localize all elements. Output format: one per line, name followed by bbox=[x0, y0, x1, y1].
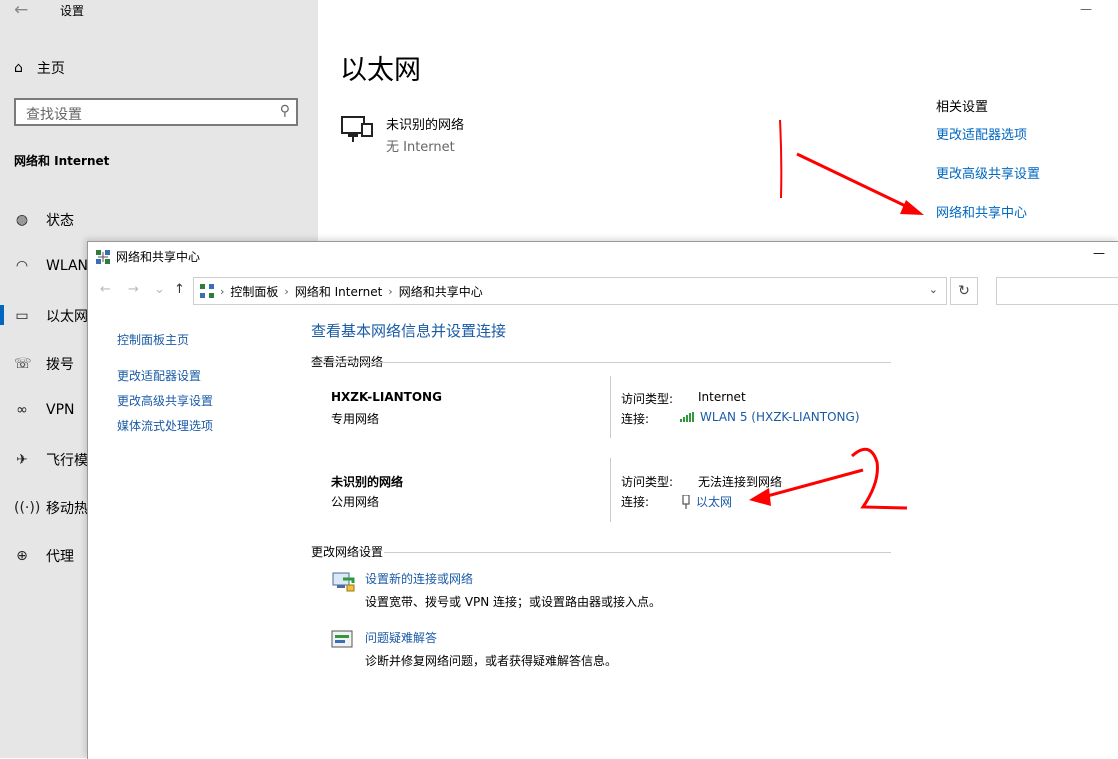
cp-heading: 查看基本网络信息并设置连接 bbox=[311, 322, 507, 340]
network-2-conn-label: 连接: bbox=[621, 495, 650, 509]
network-1-name: HXZK-LIANTONG bbox=[331, 390, 442, 404]
settings-search-input[interactable]: 查找设置 ⚲ bbox=[14, 98, 298, 126]
page-title: 以太网 bbox=[340, 55, 421, 86]
airplane-icon: ✈ bbox=[16, 452, 28, 468]
home-link[interactable]: ⌂ 主页 bbox=[14, 58, 65, 78]
breadcrumb-control-panel[interactable]: 控制面板 bbox=[230, 283, 278, 300]
link-media-streaming[interactable]: 媒体流式处理选项 bbox=[117, 417, 213, 434]
link-setup-new-connection[interactable]: 设置新的连接或网络 bbox=[365, 570, 473, 587]
network-1-type[interactable]: 专用网络 bbox=[331, 410, 379, 427]
nav-item-vpn[interactable]: ∞ VPN bbox=[14, 402, 74, 418]
chevron-right-icon: › bbox=[220, 284, 225, 298]
link-network-sharing-center[interactable]: 网络和共享中心 bbox=[936, 202, 1027, 221]
breadcrumb-sharing-center[interactable]: 网络和共享中心 bbox=[399, 283, 483, 300]
chevron-down-icon[interactable]: ⌄ bbox=[929, 283, 938, 296]
settings-minimize-button[interactable]: — bbox=[1080, 2, 1092, 16]
search-icon[interactable]: ⚲ bbox=[280, 103, 290, 119]
network-name: 未识别的网络 bbox=[386, 118, 465, 133]
link-advanced-sharing[interactable]: 更改高级共享设置 bbox=[936, 163, 1040, 182]
network-center-icon bbox=[200, 284, 214, 298]
new-connection-icon bbox=[332, 572, 355, 592]
nav-item-ethernet[interactable]: ▭ 以太网 bbox=[14, 306, 88, 326]
network-2-conn-link[interactable]: 以太网 bbox=[682, 493, 732, 510]
refresh-button[interactable]: ↻ bbox=[950, 277, 978, 305]
divider bbox=[610, 458, 611, 522]
hotspot-icon: ((·)) bbox=[14, 500, 41, 516]
monitor-network-icon bbox=[341, 116, 373, 142]
network-1-conn-label: 连接: bbox=[621, 412, 650, 426]
link-change-adapter-settings[interactable]: 更改适配器设置 bbox=[117, 367, 201, 384]
link-advanced-sharing-settings[interactable]: 更改高级共享设置 bbox=[117, 392, 213, 409]
network-sharing-center-window: 网络和共享中心 — ← → ⌄ ↑ › 控制面板 › 网络和 Internet … bbox=[87, 241, 1118, 759]
section-heading: 网络和 Internet bbox=[14, 154, 110, 168]
link-troubleshoot[interactable]: 问题疑难解答 bbox=[365, 629, 437, 646]
nav-item-proxy[interactable]: ⊕ 代理 bbox=[14, 546, 74, 566]
nav-item-wlan[interactable]: ◠ WLAN bbox=[14, 258, 88, 274]
nav-item-status[interactable]: ◍ 状态 bbox=[14, 210, 74, 230]
forward-arrow-icon[interactable]: → bbox=[128, 282, 139, 297]
task-1-description: 设置宽带、拨号或 VPN 连接；或设置路由器或接入点。 bbox=[365, 595, 662, 609]
up-arrow-icon[interactable]: ↑ bbox=[174, 282, 185, 297]
cp-search-input[interactable] bbox=[996, 277, 1118, 305]
wifi-icon: ◠ bbox=[15, 258, 29, 274]
dialup-icon: ☏ bbox=[14, 356, 32, 372]
link-change-adapter-options[interactable]: 更改适配器选项 bbox=[936, 124, 1027, 143]
back-arrow-icon[interactable]: ← bbox=[100, 282, 111, 297]
address-bar-row: ← → ⌄ ↑ › 控制面板 › 网络和 Internet › 网络和共享中心 … bbox=[88, 276, 1118, 308]
breadcrumb-network-internet[interactable]: 网络和 Internet bbox=[295, 283, 382, 300]
network-2-name: 未识别的网络 bbox=[331, 475, 404, 489]
link-cp-home[interactable]: 控制面板主页 bbox=[117, 331, 189, 348]
ethernet-plug-icon bbox=[682, 494, 690, 509]
back-arrow-icon[interactable]: ← bbox=[14, 0, 28, 20]
home-icon: ⌂ bbox=[14, 60, 23, 76]
address-bar[interactable]: › 控制面板 › 网络和 Internet › 网络和共享中心 ⌄ bbox=[193, 277, 947, 305]
chevron-right-icon: › bbox=[388, 284, 393, 298]
settings-title: 设置 bbox=[60, 4, 85, 18]
cp-titlebar: 网络和共享中心 bbox=[96, 248, 200, 265]
divider bbox=[311, 362, 891, 363]
nav-item-hotspot[interactable]: ((·)) 移动热 bbox=[14, 498, 88, 518]
chevron-down-icon[interactable]: ⌄ bbox=[154, 282, 165, 297]
selection-indicator bbox=[0, 305, 4, 325]
ethernet-icon: ▭ bbox=[15, 308, 29, 324]
proxy-globe-icon: ⊕ bbox=[16, 548, 28, 564]
network-status: 无 Internet bbox=[386, 140, 455, 155]
network-status-item[interactable]: 未识别的网络 无 Internet bbox=[340, 114, 464, 155]
network-2-access-label: 访问类型: bbox=[621, 475, 674, 489]
network-1-access-value: Internet bbox=[698, 390, 746, 404]
network-1-access-label: 访问类型: bbox=[621, 392, 674, 406]
globe-icon: ◍ bbox=[15, 212, 29, 228]
chevron-right-icon: › bbox=[284, 284, 289, 298]
related-settings-heading: 相关设置 bbox=[936, 100, 989, 115]
divider bbox=[610, 376, 611, 438]
task-2-description: 诊断并修复网络问题，或者获得疑难解答信息。 bbox=[365, 654, 618, 668]
nav-item-dialup[interactable]: ☏ 拨号 bbox=[14, 354, 74, 374]
cp-minimize-button[interactable]: — bbox=[1093, 246, 1105, 260]
network-center-icon bbox=[96, 249, 110, 264]
vpn-icon: ∞ bbox=[16, 402, 28, 418]
nav-item-airplane[interactable]: ✈ 飞行模 bbox=[14, 450, 88, 470]
signal-bars-icon bbox=[680, 412, 694, 422]
change-settings-label: 更改网络设置 bbox=[311, 545, 384, 559]
troubleshoot-icon bbox=[331, 630, 353, 648]
network-2-type[interactable]: 公用网络 bbox=[331, 493, 379, 510]
divider bbox=[384, 552, 891, 553]
refresh-icon: ↻ bbox=[958, 283, 970, 299]
network-1-conn-link[interactable]: WLAN 5 (HXZK-LIANTONG) bbox=[680, 410, 860, 424]
network-2-access-value: 无法连接到网络 bbox=[698, 475, 783, 489]
